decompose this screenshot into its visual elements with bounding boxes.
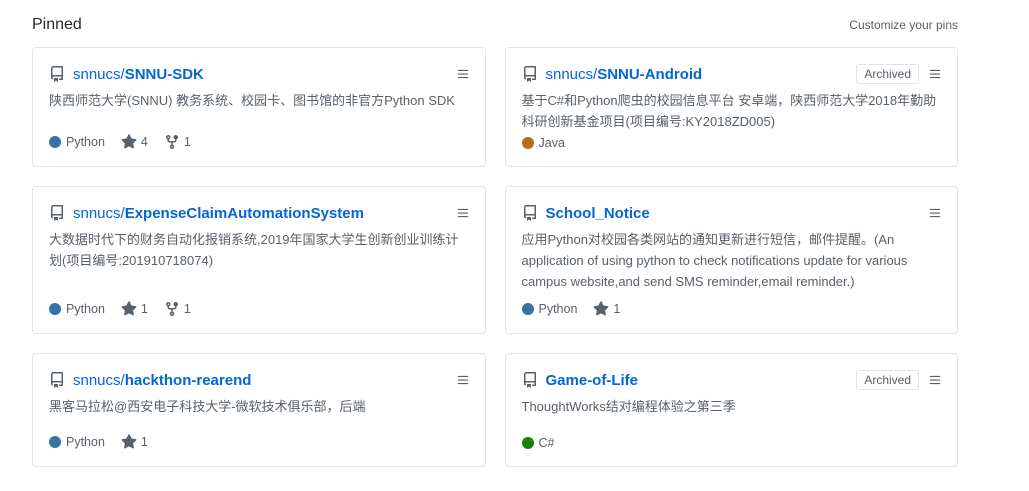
repo-owner: snnucs/ <box>546 66 598 83</box>
repo-icon <box>522 372 538 388</box>
repo-icon <box>49 205 65 221</box>
section-title: Pinned <box>32 16 82 34</box>
pinned-header: Pinned Customize your pins <box>32 16 958 34</box>
stargazers-link[interactable]: 1 <box>593 301 620 317</box>
repo-description: ThoughtWorks结对编程体验之第三季 <box>522 396 942 417</box>
repo-description: 陕西师范大学(SNNU) 教务系统、校园卡、图书馆的非官方Python SDK <box>49 90 469 111</box>
repo-description: 应用Python对校园各类网站的通知更新进行短信，邮件提醒。(An applic… <box>522 229 942 292</box>
grabber-icon[interactable] <box>929 207 941 219</box>
language-item: Python <box>49 435 105 449</box>
language-label: Python <box>539 302 578 316</box>
star-icon <box>121 434 137 450</box>
pinned-repos-section: Pinned Customize your pins snnucs/SNNU-S… <box>0 0 1029 491</box>
language-item: Python <box>49 302 105 316</box>
repo-meta-row: Python 1 <box>522 301 942 317</box>
repo-meta-row: C# <box>522 436 942 450</box>
repo-owner: snnucs/ <box>73 372 125 389</box>
forks-link[interactable]: 1 <box>164 134 191 150</box>
forks-link[interactable]: 1 <box>164 301 191 317</box>
language-item: C# <box>522 436 555 450</box>
repo-title-row: School_Notice <box>522 203 942 223</box>
star-count: 1 <box>613 302 620 316</box>
repo-title-row: snnucs/SNNU-Android Archived <box>522 64 942 84</box>
repo-icon <box>49 66 65 82</box>
grabber-icon[interactable] <box>457 68 469 80</box>
star-count: 4 <box>141 135 148 149</box>
pinned-repo-card: snnucs/SNNU-SDK 陕西师范大学(SNNU) 教务系统、校园卡、图书… <box>32 47 486 167</box>
fork-count: 1 <box>184 302 191 316</box>
repo-name: ExpenseClaimAutomationSystem <box>125 205 364 222</box>
repo-link[interactable]: snnucs/hackthon-rearend <box>73 372 447 389</box>
star-icon <box>121 134 137 150</box>
repo-meta-row: Java <box>522 136 942 150</box>
repo-link[interactable]: snnucs/SNNU-Android <box>546 66 849 83</box>
language-color-dot <box>522 137 534 149</box>
repo-meta-row: Python 1 <box>49 434 469 450</box>
repo-description: 黑客马拉松@西安电子科技大学-微软技术俱乐部，后端 <box>49 396 469 417</box>
pinned-repo-card: snnucs/hackthon-rearend 黑客马拉松@西安电子科技大学-微… <box>32 353 486 467</box>
language-color-dot <box>49 136 61 148</box>
grabber-icon[interactable] <box>929 68 941 80</box>
archived-badge: Archived <box>856 370 919 390</box>
archived-badge: Archived <box>856 64 919 84</box>
repo-icon <box>49 372 65 388</box>
repo-name: Game-of-Life <box>546 372 639 389</box>
language-label: Java <box>539 136 565 150</box>
fork-count: 1 <box>184 135 191 149</box>
grabber-icon[interactable] <box>457 207 469 219</box>
language-item: Python <box>522 302 578 316</box>
repo-name: SNNU-Android <box>597 66 702 83</box>
pinned-repo-card: Game-of-Life Archived ThoughtWorks结对编程体验… <box>505 353 959 467</box>
repo-title-row: snnucs/hackthon-rearend <box>49 370 469 390</box>
pinned-repo-card: snnucs/SNNU-Android Archived 基于C#和Python… <box>505 47 959 167</box>
stargazers-link[interactable]: 4 <box>121 134 148 150</box>
repo-name: SNNU-SDK <box>125 66 204 83</box>
language-label: Python <box>66 435 105 449</box>
git-branch-icon <box>164 301 180 317</box>
repo-link[interactable]: Game-of-Life <box>546 372 849 389</box>
pinned-repo-card: School_Notice 应用Python对校园各类网站的通知更新进行短信，邮… <box>505 186 959 334</box>
repo-title-row: Game-of-Life Archived <box>522 370 942 390</box>
customize-pins-link[interactable]: Customize your pins <box>849 18 958 32</box>
language-item: Java <box>522 136 565 150</box>
grabber-icon[interactable] <box>457 374 469 386</box>
stargazers-link[interactable]: 1 <box>121 434 148 450</box>
language-item: Python <box>49 135 105 149</box>
git-branch-icon <box>164 134 180 150</box>
language-color-dot <box>49 303 61 315</box>
star-count: 1 <box>141 302 148 316</box>
star-count: 1 <box>141 435 148 449</box>
repo-title-row: snnucs/SNNU-SDK <box>49 64 469 84</box>
repo-description: 大数据时代下的财务自动化报销系统,2019年国家大学生创新创业训练计划(项目编号… <box>49 229 469 271</box>
pinned-repo-card: snnucs/ExpenseClaimAutomationSystem 大数据时… <box>32 186 486 334</box>
language-label: Python <box>66 302 105 316</box>
language-color-dot <box>522 303 534 315</box>
stargazers-link[interactable]: 1 <box>121 301 148 317</box>
repo-name: hackthon-rearend <box>125 372 252 389</box>
repo-link[interactable]: School_Notice <box>546 205 920 222</box>
grabber-icon[interactable] <box>929 374 941 386</box>
language-color-dot <box>49 436 61 448</box>
repo-meta-row: Python 1 1 <box>49 301 469 317</box>
repo-icon <box>522 66 538 82</box>
pinned-cards-grid: snnucs/SNNU-SDK 陕西师范大学(SNNU) 教务系统、校园卡、图书… <box>32 47 958 467</box>
star-icon <box>121 301 137 317</box>
repo-meta-row: Python 4 1 <box>49 134 469 150</box>
repo-icon <box>522 205 538 221</box>
language-label: Python <box>66 135 105 149</box>
repo-owner: snnucs/ <box>73 66 125 83</box>
repo-name: School_Notice <box>546 205 650 222</box>
repo-owner: snnucs/ <box>73 205 125 222</box>
repo-description: 基于C#和Python爬虫的校园信息平台 安卓端，陕西师范大学2018年勤助科研… <box>522 90 942 132</box>
star-icon <box>593 301 609 317</box>
language-label: C# <box>539 436 555 450</box>
repo-link[interactable]: snnucs/ExpenseClaimAutomationSystem <box>73 205 447 222</box>
repo-title-row: snnucs/ExpenseClaimAutomationSystem <box>49 203 469 223</box>
repo-link[interactable]: snnucs/SNNU-SDK <box>73 66 447 83</box>
language-color-dot <box>522 437 534 449</box>
